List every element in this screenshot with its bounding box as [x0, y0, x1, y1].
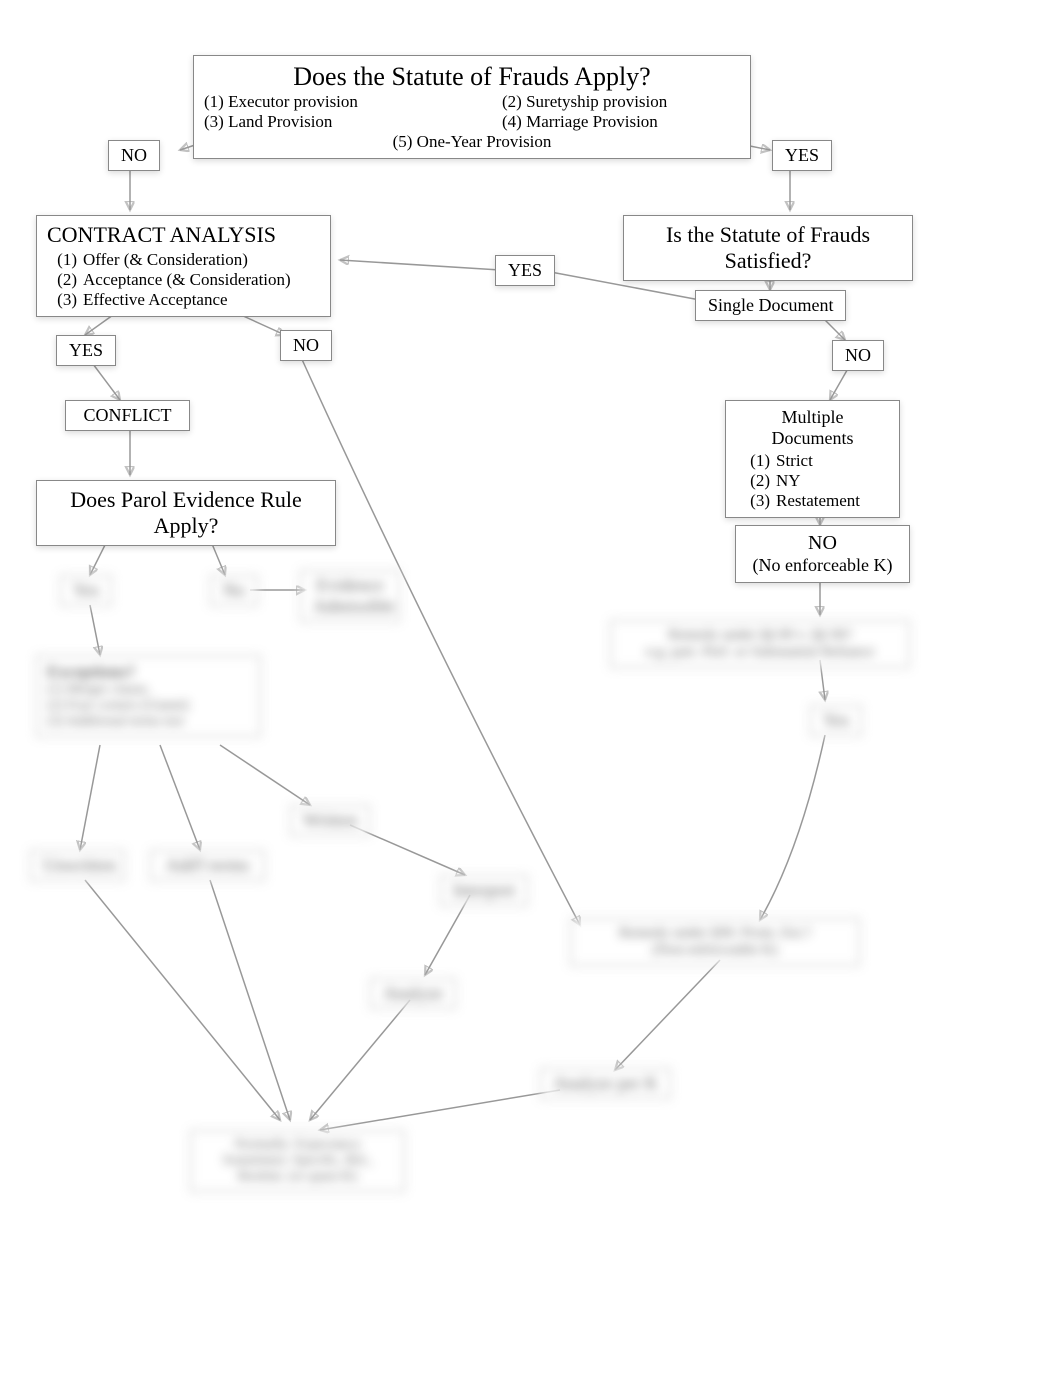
ca-item2: Acceptance (& Consideration)	[83, 270, 291, 290]
satisfied-box: Is the Statute of Frauds Satisfied?	[623, 215, 913, 281]
single-doc-yes: YES	[495, 255, 555, 286]
md-item3: Restatement	[776, 491, 860, 511]
unwritten-box: Unwritten	[30, 850, 125, 881]
md-item2: NY	[776, 471, 801, 491]
addl-terms-box: Add'l terms	[150, 850, 265, 881]
contract-analysis-title: CONTRACT ANALYSIS	[47, 222, 320, 248]
exceptions-box: Exceptions? (1) Merger clause, (2) Four …	[36, 655, 261, 737]
written-box: Written	[290, 805, 370, 836]
multiple-documents-box: Multiple Documents (1)Strict (2)NY (3)Re…	[725, 400, 900, 518]
remedy-90-box: Remedy under §90: Prom. Est.? (Non-enfor…	[570, 918, 860, 966]
exc-item3: (3) Additional terms test	[47, 714, 250, 730]
statute-yes: YES	[772, 140, 832, 171]
label-yes: YES	[785, 145, 819, 165]
prov-3: (3) Land Provision	[204, 112, 442, 132]
normally-box: Normally: Expectancy Sometimes: Specific…	[190, 1130, 405, 1192]
interpret-box: Interpret	[440, 875, 528, 906]
contract-no: NO	[280, 330, 332, 361]
prov-4: (4) Marriage Provision	[502, 112, 740, 132]
contract-yes: YES	[56, 335, 116, 366]
remedy-yes: Yes	[810, 705, 862, 736]
remedy-8990-box: Remedy under §§ 89 v. §§ 90? e.g. part. …	[610, 620, 910, 668]
prov-1: (1) Executor provision	[204, 92, 442, 112]
analyze-per-k-box: Analyze per K	[540, 1068, 671, 1099]
statute-of-frauds-box: Does the Statute of Frauds Apply? (1) Ex…	[193, 55, 751, 159]
parol-evidence-box: Does Parol Evidence Rule Apply?	[36, 480, 336, 546]
exc-item2: (2) Four corners (Gianni)	[47, 698, 250, 714]
parol-title: Does Parol Evidence Rule Apply?	[70, 487, 302, 538]
analyze-box: Analyze	[370, 978, 456, 1009]
parol-no: No	[210, 575, 258, 606]
prov-5: (5) One-Year Provision	[204, 132, 740, 152]
single-doc-no: NO	[832, 340, 884, 371]
parol-yes: Yes	[60, 575, 112, 606]
statute-title: Does the Statute of Frauds Apply?	[204, 62, 740, 92]
evidence-admissible-box: Evidence Admissible	[300, 570, 400, 622]
label-no: NO	[121, 145, 147, 165]
satisfied-title: Is the Statute of Frauds Satisfied?	[666, 222, 870, 273]
single-document-box: Single Document	[695, 290, 846, 321]
statute-no: NO	[108, 140, 160, 171]
ca-item3: Effective Acceptance	[83, 290, 228, 310]
conflict-box: CONFLICT	[65, 400, 190, 431]
exc-item1: (1) Merger clause,	[47, 682, 250, 698]
no-enf-line1: NO	[746, 532, 899, 555]
prov-2: (2) Suretyship provision	[502, 92, 740, 112]
multi-docs-title: Multiple Documents	[740, 407, 885, 449]
contract-analysis-box: CONTRACT ANALYSIS (1)Offer (& Considerat…	[36, 215, 331, 317]
exceptions-title: Exceptions?	[47, 662, 250, 682]
ca-item1: Offer (& Consideration)	[83, 250, 248, 270]
blurred-region: Yes No Evidence Admissible Exceptions? (…	[0, 560, 1062, 1377]
md-item1: Strict	[776, 451, 813, 471]
